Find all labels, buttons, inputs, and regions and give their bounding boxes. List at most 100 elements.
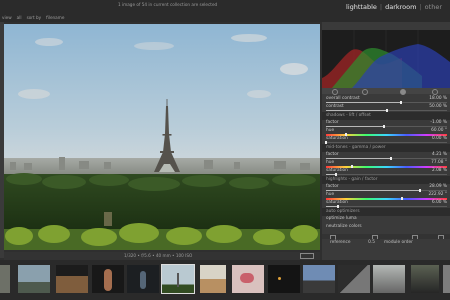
section-header[interactable]: highlights - gain / factor	[322, 176, 450, 184]
param-label: factor	[326, 152, 339, 157]
param-slider[interactable]: factor 4.21 %	[322, 152, 450, 160]
circle-icon[interactable]	[362, 89, 368, 95]
slider-track[interactable]	[326, 109, 447, 112]
param-value: 6.00 %	[431, 200, 447, 205]
param-value: -1.00 %	[430, 120, 447, 125]
slider-track[interactable]	[326, 157, 447, 160]
param-value: 0.00 %	[431, 136, 447, 141]
param-slider[interactable]: overall contrast 18.00 %	[322, 96, 450, 104]
filmstrip-thumbnail[interactable]	[232, 265, 264, 293]
param-value: 60.00 °	[431, 128, 447, 133]
filmstrip-thumbnail[interactable]	[303, 265, 335, 293]
other-tab[interactable]: other	[425, 3, 442, 11]
slider-track[interactable]	[326, 125, 447, 128]
selected-filmstrip-thumbnail[interactable]	[161, 264, 195, 294]
param-slider[interactable]: hue 222.92 °	[322, 192, 450, 200]
toolbar-icons	[296, 17, 320, 32]
section-header[interactable]: mid-tones - gamma / power	[322, 144, 450, 152]
param-slider[interactable]: contrast 50.00 %	[322, 104, 450, 112]
param-slider[interactable]: neutralize colors	[322, 224, 450, 232]
darkroom-tab[interactable]: darkroom	[385, 3, 416, 11]
reference-row: reference 0.5	[322, 239, 378, 248]
histogram-graph	[322, 30, 450, 88]
param-label: contrast	[326, 104, 344, 109]
section-header[interactable]: auto optimizers	[322, 208, 450, 216]
right-panel: overall contrast 18.00 % contrast 50.00 % sh…	[322, 22, 450, 260]
param-label: saturation	[326, 168, 348, 173]
slider-track[interactable]	[326, 173, 447, 176]
slider-fill	[326, 158, 392, 159]
param-slider[interactable]: optimize luma	[322, 216, 450, 224]
slider-fill	[326, 190, 421, 191]
param-label: neutralize colors	[326, 224, 362, 229]
filter-row: view all sort by filename	[2, 15, 69, 20]
section-label: auto optimizers	[326, 209, 360, 214]
module-order-label[interactable]: module order	[384, 240, 413, 245]
filmstrip-thumbnail[interactable]	[411, 265, 439, 293]
param-label: saturation	[326, 136, 348, 141]
reference-value[interactable]: 0.5	[368, 240, 375, 245]
param-label: overall contrast	[326, 96, 360, 101]
param-value: 18.00 %	[429, 96, 447, 101]
slider-fill	[326, 126, 385, 127]
param-value: 2.08 %	[431, 168, 447, 173]
param-slider[interactable]: hue 77.08 °	[322, 160, 450, 168]
bottom-right-bar: reference 0.5 module order	[0, 238, 450, 260]
param-label: factor	[326, 184, 339, 189]
center-image[interactable]	[4, 24, 320, 250]
param-label: factor	[326, 120, 339, 125]
param-value: 50.00 %	[429, 104, 447, 109]
sort-dropdown[interactable]: filename	[46, 15, 64, 20]
filmstrip	[0, 260, 450, 300]
param-label: hue	[326, 192, 335, 197]
param-value: 28.09 %	[429, 184, 447, 189]
slider-track[interactable]	[325, 141, 447, 144]
lighttable-tab[interactable]: lighttable	[346, 3, 377, 11]
section-label: shadows - lift / offset	[326, 113, 371, 118]
slider-fill	[326, 102, 402, 103]
param-slider[interactable]: hue 60.00 °	[322, 128, 450, 136]
param-label: hue	[326, 160, 335, 165]
param-slider[interactable]: saturation 0.00 %	[322, 136, 450, 144]
sort-label: sort by	[26, 15, 42, 20]
param-slider[interactable]: factor 28.09 %	[322, 184, 450, 192]
color-circle-icon[interactable]	[400, 89, 406, 95]
param-slider[interactable]: saturation 6.00 %	[322, 200, 450, 208]
param-label: hue	[326, 128, 335, 133]
eiffel-tower-photo	[4, 24, 320, 250]
power-icon[interactable]	[332, 89, 338, 95]
filmstrip-thumbnail[interactable]	[0, 265, 10, 293]
filmstrip-thumbnail[interactable]	[443, 265, 450, 293]
reference-label: reference	[330, 240, 351, 245]
slider-track[interactable]	[326, 205, 447, 208]
view-switcher: lighttable | darkroom | other	[346, 3, 442, 11]
filmstrip-thumbnail[interactable]	[18, 265, 50, 293]
histogram	[322, 30, 450, 88]
module-order-row: module order	[380, 239, 450, 248]
filmstrip-thumbnail[interactable]	[56, 265, 88, 293]
param-value: 222.92 °	[428, 192, 447, 197]
top-bar: 1 image of 54 in current collection are …	[0, 0, 450, 32]
param-slider[interactable]: saturation 2.08 %	[322, 168, 450, 176]
filmstrip-thumbnail[interactable]	[373, 265, 405, 293]
view-filter-dropdown[interactable]: all	[17, 15, 22, 20]
param-label: optimize luma	[326, 216, 357, 221]
module-group-row	[322, 88, 450, 95]
slider-track[interactable]	[326, 189, 447, 192]
filmstrip-thumbnail[interactable]	[268, 265, 300, 293]
section-label: highlights - gain / factor	[326, 177, 378, 182]
section-label: mid-tones - gamma / power	[326, 145, 386, 150]
filmstrip-thumbnail[interactable]	[200, 265, 226, 293]
param-slider[interactable]: factor -1.00 %	[322, 120, 450, 128]
view-label: view	[2, 15, 12, 20]
filmstrip-thumbnail[interactable]	[338, 265, 370, 293]
slider-fill	[326, 110, 387, 111]
filmstrip-thumbnail[interactable]	[127, 265, 159, 293]
filmstrip-thumbnail[interactable]	[92, 265, 124, 293]
selection-status: 1 image of 54 in current collection are …	[118, 2, 218, 7]
param-value: 77.08 °	[431, 160, 447, 165]
preset-icon[interactable]	[432, 89, 438, 95]
param-value: 4.21 %	[431, 152, 447, 157]
slider-track[interactable]	[326, 101, 447, 104]
section-header[interactable]: shadows - lift / offset	[322, 112, 450, 120]
